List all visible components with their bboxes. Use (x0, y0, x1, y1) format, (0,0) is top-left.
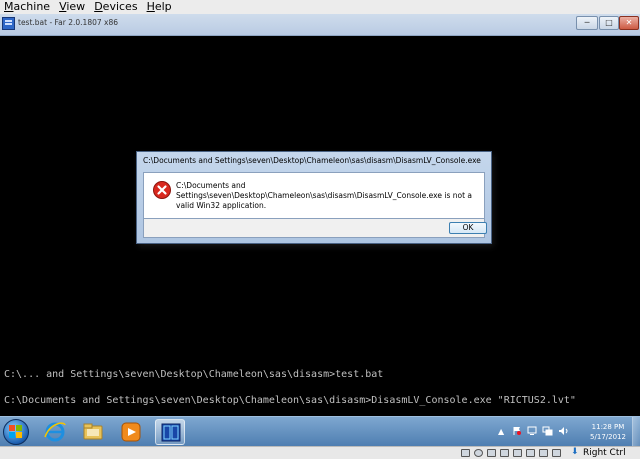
action-center-flag-icon[interactable] (512, 426, 522, 436)
taskbar-clock[interactable]: 11:28 PM 5/17/2012 (586, 422, 630, 442)
host-key-label: Right Ctrl (583, 448, 626, 458)
windows-logo-icon (9, 425, 22, 438)
menu-devices[interactable]: Devices (90, 0, 142, 14)
error-dialog: C:\Documents and Settings\seven\Desktop\… (136, 151, 492, 244)
vbox-statusbar: ⬇ Right Ctrl (0, 446, 640, 459)
far-manager-icon (2, 17, 15, 30)
host-key-arrow-icon: ⬇ (571, 447, 579, 457)
minimize-button[interactable]: ─ (576, 16, 598, 30)
windows-explorer-icon[interactable] (78, 419, 108, 445)
dialog-title: C:\Documents and Settings\seven\Desktop\… (143, 156, 481, 165)
host-menubar: Machine View Devices Help (0, 0, 640, 15)
start-button[interactable] (3, 419, 29, 445)
menu-view[interactable]: View (55, 0, 90, 14)
floppy-icon[interactable] (487, 449, 496, 457)
menu-help[interactable]: Help (143, 0, 177, 14)
internet-explorer-icon[interactable] (40, 419, 70, 445)
ok-button[interactable]: OK (449, 222, 487, 234)
optical-drive-icon[interactable] (474, 449, 483, 457)
network-adapter-icon[interactable] (526, 449, 535, 457)
video-capture-icon[interactable] (539, 449, 548, 457)
display-icon[interactable] (527, 426, 537, 436)
menu-machine[interactable]: Machine (0, 0, 55, 14)
show-hidden-icons-icon[interactable]: ▲ (498, 427, 504, 436)
dialog-body: C:\Documents and Settings\seven\Desktop\… (143, 172, 485, 219)
maximize-button[interactable]: □ (599, 16, 619, 30)
show-desktop-button[interactable] (632, 417, 640, 447)
close-button[interactable]: ✕ (619, 16, 639, 30)
hard-disk-icon[interactable] (461, 449, 470, 457)
usb-icon[interactable] (500, 449, 509, 457)
console-line: C:\... and Settings\seven\Desktop\Chamel… (4, 369, 384, 380)
taskbar: ▲ 11:28 PM 5/17/2012 (0, 416, 640, 447)
media-player-icon[interactable] (116, 419, 146, 445)
dialog-message: C:\Documents and Settings\seven\Desktop\… (176, 181, 472, 210)
console-line: C:\Documents and Settings\seven\Desktop\… (4, 395, 576, 406)
volume-icon[interactable] (558, 426, 569, 436)
shared-folders-icon[interactable] (513, 449, 522, 457)
far-manager-icon[interactable] (155, 419, 185, 445)
clock-time: 11:28 PM (591, 423, 625, 431)
mouse-integration-icon[interactable] (552, 449, 561, 457)
network-icon[interactable] (542, 426, 553, 436)
clock-date: 5/17/2012 (590, 433, 626, 441)
dialog-footer: OK (143, 219, 487, 238)
error-icon (153, 181, 171, 199)
window-titlebar[interactable]: test.bat - Far 2.0.1807 x86 ─ □ ✕ (0, 14, 640, 36)
window-title: test.bat - Far 2.0.1807 x86 (18, 18, 119, 27)
